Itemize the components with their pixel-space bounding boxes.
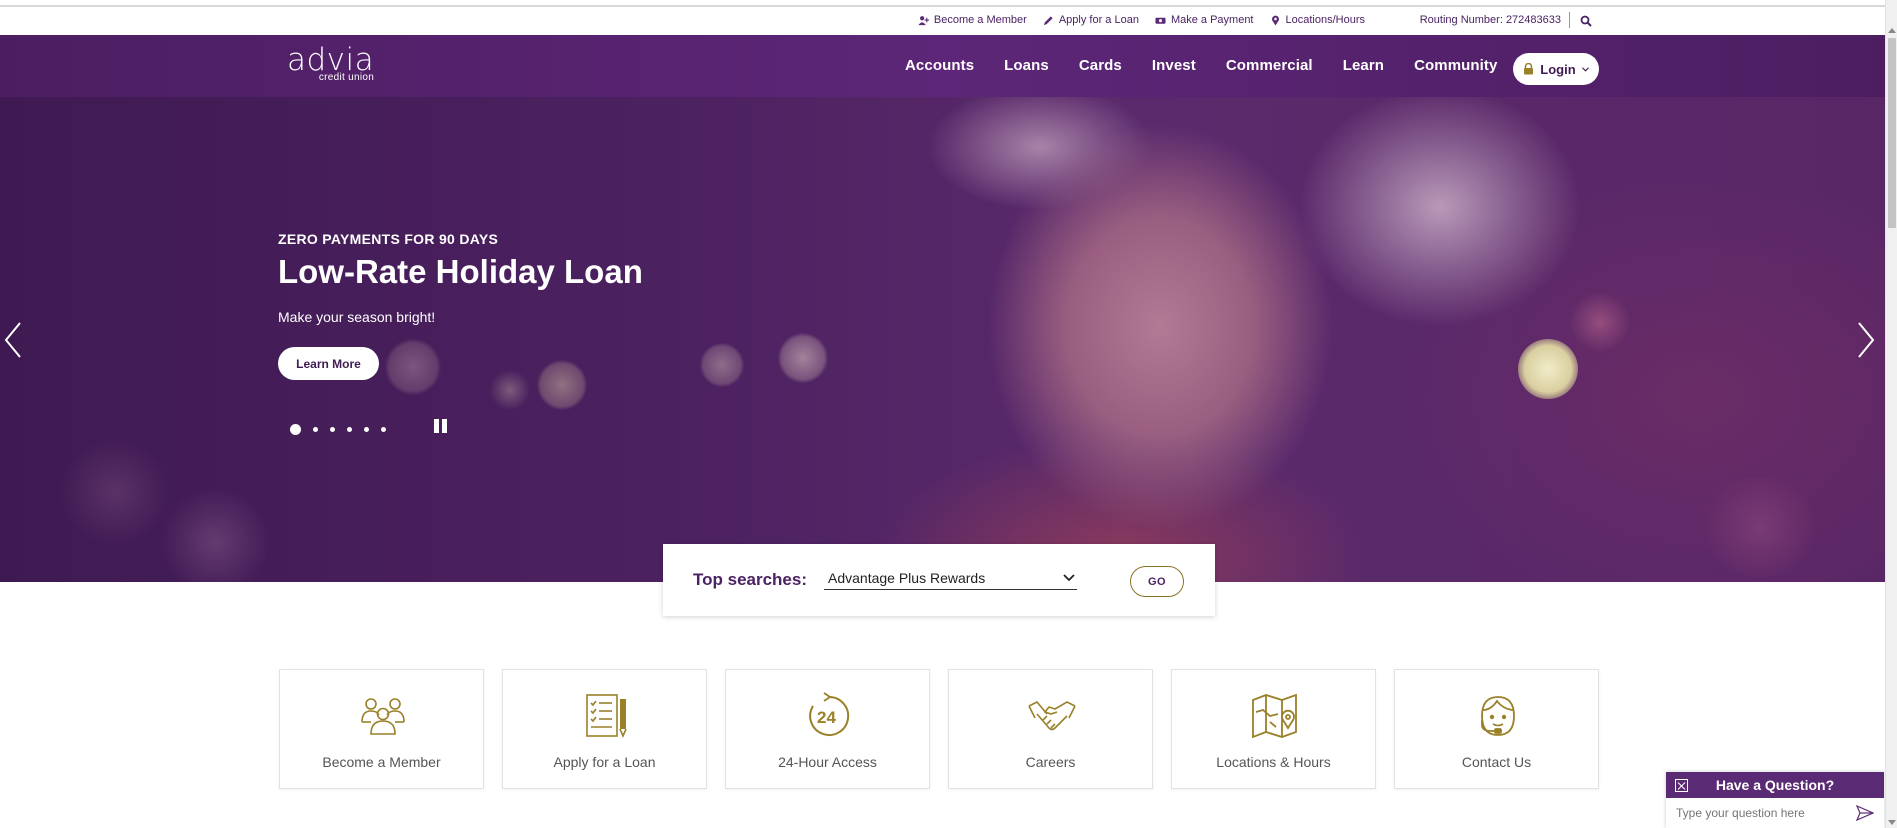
chat-header: Have a Question? xyxy=(1666,772,1884,798)
carousel-dot-1[interactable] xyxy=(290,424,301,435)
utility-bar: Become a Member Apply for a Loan Make a … xyxy=(0,7,1885,35)
nav-commercial[interactable]: Commercial xyxy=(1211,57,1328,74)
bokeh-light xyxy=(490,370,530,410)
bokeh-light xyxy=(60,437,170,547)
tile-label: Locations & Hours xyxy=(1216,754,1331,770)
bokeh-light xyxy=(160,487,270,582)
hero-subtitle: Make your season bright! xyxy=(278,309,436,325)
tile-24-hour-access[interactable]: 24 24-Hour Access xyxy=(725,669,930,789)
handshake-icon xyxy=(1028,701,1076,731)
carousel-indicators xyxy=(290,424,386,435)
close-icon[interactable] xyxy=(1675,779,1688,792)
main-navigation: advia credit union Accounts Loans Cards … xyxy=(0,35,1885,97)
bokeh-light xyxy=(1700,477,1820,577)
24-hour-icon: 24 xyxy=(809,692,850,736)
learn-more-button[interactable]: Learn More xyxy=(278,347,379,380)
search-icon[interactable] xyxy=(1580,15,1592,27)
nav-community[interactable]: Community xyxy=(1399,57,1512,74)
headset-icon xyxy=(1481,696,1515,736)
login-label: Login xyxy=(1540,61,1576,77)
scrollbar-thumb[interactable] xyxy=(1888,38,1896,228)
pen-icon xyxy=(1043,15,1053,25)
members-icon xyxy=(361,698,405,735)
carousel-next-arrow[interactable] xyxy=(1855,319,1877,361)
nav-loans[interactable]: Loans xyxy=(989,57,1064,74)
map-pin-icon xyxy=(1271,15,1279,26)
chevron-down-icon xyxy=(1581,66,1589,72)
top-searches-value: Advantage Plus Rewards xyxy=(828,570,986,586)
routing-number: Routing Number: 272483633 xyxy=(1419,14,1561,26)
nav-accounts[interactable]: Accounts xyxy=(890,57,989,74)
map-icon xyxy=(1252,693,1297,739)
utility-divider xyxy=(1569,12,1570,28)
utility-locations-link[interactable]: Locations/Hours xyxy=(1270,14,1366,26)
nav-learn[interactable]: Learn xyxy=(1328,57,1399,74)
24-hour-text: 24 xyxy=(817,708,836,727)
carousel-prev-arrow[interactable] xyxy=(2,319,24,361)
hero-banner: ZERO PAYMENTS FOR 90 DAYS Low-Rate Holid… xyxy=(0,97,1885,582)
utility-link-label: Become a Member xyxy=(933,14,1027,26)
carousel-dot-2[interactable] xyxy=(313,427,318,432)
lock-icon xyxy=(1524,63,1534,75)
primary-nav: Accounts Loans Cards Invest Commercial L… xyxy=(890,57,1512,74)
utility-apply-loan-link[interactable]: Apply for a Loan xyxy=(1043,14,1139,26)
nav-invest[interactable]: Invest xyxy=(1137,57,1211,74)
chevron-down-icon xyxy=(1063,574,1075,582)
bokeh-light xyxy=(385,339,441,395)
carousel-dot-5[interactable] xyxy=(364,427,369,432)
chat-question-input[interactable] xyxy=(1676,803,1846,823)
scroll-down-arrow[interactable] xyxy=(1888,820,1896,825)
nav-cards[interactable]: Cards xyxy=(1064,57,1137,74)
tile-label: 24-Hour Access xyxy=(778,754,877,770)
scroll-up-arrow[interactable] xyxy=(1888,28,1896,33)
tile-label: Careers xyxy=(1025,754,1076,770)
utility-link-label: Locations/Hours xyxy=(1285,14,1366,26)
utility-links: Become a Member Apply for a Loan Make a … xyxy=(918,14,1365,26)
send-icon[interactable] xyxy=(1856,805,1874,821)
carousel-dot-3[interactable] xyxy=(330,427,335,432)
browser-top-edge xyxy=(0,0,1897,7)
go-button[interactable]: GO xyxy=(1130,566,1184,597)
page-scrollbar[interactable] xyxy=(1885,0,1897,828)
pause-icon[interactable] xyxy=(434,419,448,433)
carousel-dot-4[interactable] xyxy=(347,427,352,432)
top-searches-panel: Top searches: Advantage Plus Rewards GO xyxy=(663,544,1215,616)
utility-link-label: Make a Payment xyxy=(1170,14,1254,26)
tile-locations-hours[interactable]: Locations & Hours xyxy=(1171,669,1376,789)
bokeh-light xyxy=(778,333,828,383)
tile-label: Contact Us xyxy=(1461,754,1532,770)
hero-title: Low-Rate Holiday Loan xyxy=(278,253,643,290)
bokeh-light xyxy=(700,343,744,387)
tile-label: Become a Member xyxy=(322,754,441,770)
advia-logo[interactable]: advia credit union xyxy=(287,42,375,84)
utility-link-label: Apply for a Loan xyxy=(1058,14,1139,26)
login-button[interactable]: Login xyxy=(1513,53,1599,85)
quick-links: Become a Member Apply for a Loan 24 24-H… xyxy=(279,669,1599,789)
hero-text: ZERO PAYMENTS FOR 90 DAYS Low-Rate Holid… xyxy=(278,231,643,325)
bokeh-light xyxy=(537,360,587,410)
top-searches-label: Top searches: xyxy=(693,570,808,589)
chat-title: Have a Question? xyxy=(1715,777,1835,793)
chat-widget: Have a Question? xyxy=(1666,772,1884,828)
tile-apply-loan[interactable]: Apply for a Loan xyxy=(502,669,707,789)
logo-wordmark: advia xyxy=(287,42,375,78)
tile-careers[interactable]: Careers xyxy=(948,669,1153,789)
utility-make-payment-link[interactable]: Make a Payment xyxy=(1155,14,1254,26)
money-icon xyxy=(1155,17,1166,24)
utility-become-member-link[interactable]: Become a Member xyxy=(918,14,1027,26)
bokeh-light xyxy=(1518,339,1578,399)
carousel-dot-6[interactable] xyxy=(381,427,386,432)
bokeh-light xyxy=(1570,292,1630,352)
application-icon xyxy=(586,694,627,739)
tile-contact-us[interactable]: Contact Us xyxy=(1394,669,1599,789)
hero-eyebrow: ZERO PAYMENTS FOR 90 DAYS xyxy=(278,231,499,247)
top-searches-select[interactable]: Advantage Plus Rewards xyxy=(824,568,1077,590)
tile-become-member[interactable]: Become a Member xyxy=(279,669,484,789)
tile-label: Apply for a Loan xyxy=(553,754,656,770)
user-plus-icon xyxy=(918,15,929,25)
